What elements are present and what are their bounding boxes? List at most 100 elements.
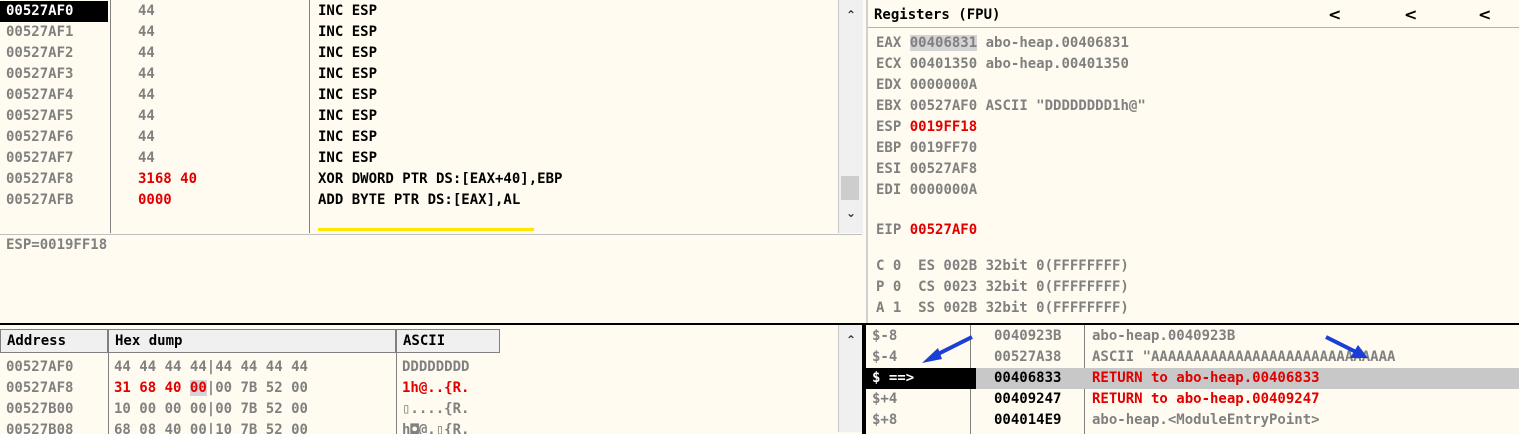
dump-byte[interactable]: 7B [240,422,257,434]
register-row-ebx[interactable]: EBX 00527AF0 ASCII "DDDDDDDD1h@" [876,96,1146,117]
register-comment: ASCII "DDDDDDDD1h@" [985,98,1146,114]
register-value[interactable]: 00401350 [910,56,977,72]
dump-byte[interactable]: 10 [114,401,131,417]
flag-segment-row[interactable]: P 0 CS 0023 32bit 0(FFFFFFFF) [876,277,1129,298]
register-value[interactable]: 00527AF0 [910,98,977,114]
dump-byte[interactable]: 00 [189,380,207,396]
register-value[interactable]: 00527AF0 [910,222,977,238]
flag-segment-row[interactable]: A 1 SS 002B 32bit 0(FFFFFFFF) [876,298,1129,319]
disasm-hex: 0000 [138,192,172,208]
column-header-address[interactable]: Address [0,329,108,353]
dump-byte[interactable]: 7B [240,401,257,417]
byte-group-separator: | [206,380,216,396]
dump-byte[interactable]: 68 [114,422,131,434]
dump-byte[interactable]: 7B [240,380,257,396]
dump-byte[interactable]: 44 [139,359,156,375]
annotation-arrow-right [1325,335,1359,355]
disasm-row[interactable]: 00527AF2 44 INC ESP [0,43,838,64]
register-row-ebp[interactable]: EBP 0019FF70 [876,138,986,159]
dump-byte[interactable]: 08 [139,422,156,434]
dump-byte[interactable]: 40 [165,380,182,396]
disasm-row[interactable]: 00527AF6 44 INC ESP [0,127,838,148]
scroll-down-icon[interactable]: ⌄ [839,206,863,220]
disasm-address: 00527AF8 [6,171,74,187]
disassembly-pane[interactable]: 00527AF0 44 INC ESP 00527AF1 44 INC ESP 00527A… [0,0,838,233]
dump-address: 00527B00 [6,401,74,417]
disasm-row[interactable]: 00527AF3 44 INC ESP [0,64,838,85]
dump-byte[interactable]: 68 [139,380,156,396]
disasm-address: 00527AF0 [0,1,108,22]
dump-byte[interactable]: 52 [266,401,283,417]
register-value[interactable]: 0019FF18 [910,119,977,135]
register-name: EDX [876,77,902,93]
dump-byte[interactable]: 00 [215,401,232,417]
dump-row[interactable]: 00527AF0 44 44 44 44|44 44 44 44 DDDDDDDD [0,357,840,378]
dump-byte[interactable]: 00 [165,401,182,417]
dump-scrollbar[interactable]: ⌃ [838,325,863,432]
disasm-row[interactable]: 00527AFB 0000 ADD BYTE PTR DS:[EAX],AL [0,190,838,211]
dump-byte[interactable]: 52 [266,380,283,396]
column-header-ascii[interactable]: ASCII [396,329,500,353]
registers-title: Registers (FPU) [874,7,1001,23]
dump-byte[interactable]: 00 [291,422,308,434]
disasm-row[interactable]: 00527AF0 44 INC ESP [0,1,838,22]
disasm-row[interactable]: 00527AF7 44 INC ESP [0,148,838,169]
dump-hex-bytes[interactable]: 31 68 40 00|00 7B 52 00 [114,378,308,399]
dump-byte[interactable]: 44 [190,359,207,375]
disasm-row[interactable]: 00527AF8 3168 40 XOR DWORD PTR DS:[EAX+40]… [0,169,838,190]
dump-byte[interactable]: 44 [266,359,283,375]
dump-row[interactable]: 00527B00 10 00 00 00|00 7B 52 00 ▯....{R. [0,399,840,420]
dump-byte[interactable]: 31 [114,380,131,396]
dump-byte[interactable]: 00 [190,401,207,417]
disasm-hex: 44 [138,108,155,124]
dump-hex-bytes[interactable]: 10 00 00 00|00 7B 52 00 [114,399,308,420]
flag-segment-row[interactable]: C 0 ES 002B 32bit 0(FFFFFFFF) [876,256,1129,277]
dump-byte[interactable]: 00 [139,401,156,417]
scroll-up-icon[interactable]: ⌃ [839,8,863,22]
stack-pane[interactable]: $-8 0040923B abo-heap.0040923B $-4 00527A38 A… [862,323,1519,434]
dump-byte[interactable]: 44 [240,359,257,375]
dump-byte[interactable]: 44 [215,359,232,375]
dump-byte[interactable]: 44 [165,359,182,375]
register-value[interactable]: 0000000A [910,77,977,93]
disasm-row[interactable]: 00527AF1 44 INC ESP [0,22,838,43]
dump-byte[interactable]: 10 [215,422,232,434]
dump-byte[interactable]: 00 [291,401,308,417]
register-row-edx[interactable]: EDX 0000000A [876,75,986,96]
register-name: EDI [876,182,902,198]
register-row-esi[interactable]: ESI 00527AF8 [876,159,986,180]
register-value[interactable]: 0000000A [910,182,977,198]
arrow-left-icon[interactable]: < [1478,5,1491,24]
scrollbar-thumb[interactable] [841,176,859,200]
register-row-esp[interactable]: ESP 0019FF18 [876,117,986,138]
disasm-row[interactable]: 00527AF4 44 INC ESP [0,85,838,106]
arrow-left-icon[interactable]: < [1404,5,1417,24]
dump-byte[interactable]: 00 [215,380,232,396]
register-value[interactable]: 00527AF8 [910,161,977,177]
dump-byte[interactable]: 44 [291,359,308,375]
register-value[interactable]: 0019FF70 [910,140,977,156]
disassembly-scrollbar[interactable]: ⌃ ⌄ [838,0,863,233]
dump-byte[interactable]: 00 [190,422,207,434]
register-row-edi[interactable]: EDI 0000000A [876,180,986,201]
disasm-row[interactable]: 00527AF5 44 INC ESP [0,106,838,127]
registers-pane[interactable]: Registers (FPU) < < < EAX 00406831 abo-h… [866,0,1519,323]
hex-dump-pane[interactable]: Address Hex dump ASCII 00527AF0 44 44 44 … [0,323,862,434]
register-name: EIP [876,222,902,238]
dump-hex-bytes[interactable]: 44 44 44 44|44 44 44 44 [114,357,308,378]
arrow-left-icon[interactable]: < [1328,5,1341,24]
dump-byte[interactable]: 44 [114,359,131,375]
disasm-command: INC ESP [318,24,378,40]
dump-byte[interactable]: 40 [165,422,182,434]
dump-row[interactable]: 00527AF8 31 68 40 00|00 7B 52 00 1h@..{R. [0,378,840,399]
register-row-eax[interactable]: EAX 00406831 abo-heap.00406831 [876,33,1129,54]
register-row-ecx[interactable]: ECX 00401350 abo-heap.00401350 [876,54,1129,75]
disasm-hex: 3168 40 [138,171,198,187]
registers-header[interactable]: Registers (FPU) < < < [868,3,1519,28]
register-row-eip[interactable]: EIP 00527AF0 [876,220,986,241]
scroll-up-icon[interactable]: ⌃ [839,333,863,347]
dump-byte[interactable]: 52 [266,422,283,434]
dump-byte[interactable]: 00 [291,380,308,396]
register-value[interactable]: 00406831 [909,35,978,51]
column-header-hex[interactable]: Hex dump [108,329,396,353]
